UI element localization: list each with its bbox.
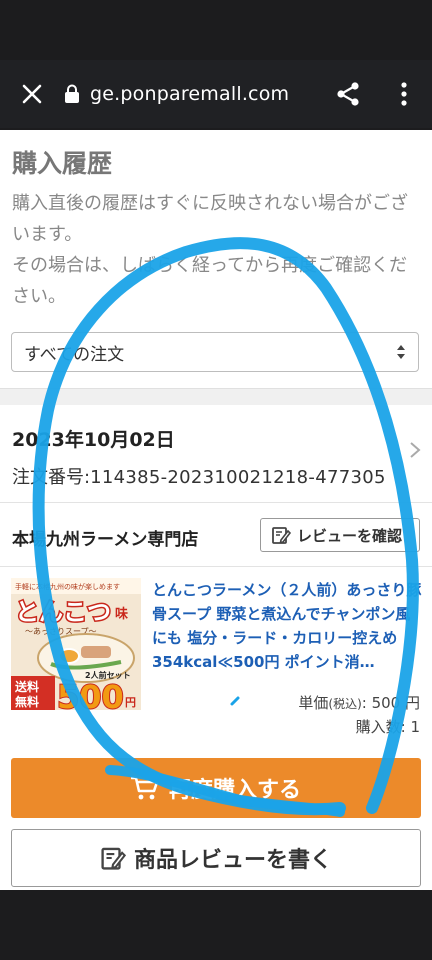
url-text: ge.ponparemall.com (90, 83, 290, 105)
notice-line-1: 購入直後の履歴はすぐに反映されない場合がございます。 (12, 193, 408, 245)
chevron-right-icon[interactable] (408, 442, 422, 458)
image-top-text: 手軽に本格九州の味が楽しめます (15, 582, 120, 591)
notice-line-2: その場合は、しばらく経ってから再度ご確認ください。 (12, 255, 408, 307)
order-number-label: 注文番号: (12, 467, 91, 488)
write-review-label: 商品レビューを書く (133, 848, 332, 873)
divider (0, 502, 432, 503)
order-number-value: 114385-202310021218-477305 (90, 467, 386, 488)
sort-arrows-icon (397, 345, 405, 359)
edit-note-icon (101, 847, 126, 870)
product-image-art: 手軽に本格九州の味が楽しめます とんこつ 味 〜あっさりスープ〜 2人前セット … (11, 578, 141, 710)
unit-price: 単価(税込): 500 円 (298, 692, 420, 713)
lock-icon (64, 84, 80, 104)
page-content: 購入履歴 購入直後の履歴はすぐに反映されない場合がございます。 その場合は、しば… (0, 130, 432, 890)
product-title-link[interactable]: とんこつラーメン（２人前）あっさり豚骨スープ 野菜と煮込んでチャンポン風にも 塩… (152, 578, 422, 674)
edit-note-icon (272, 527, 291, 544)
rebuy-label: 再度購入する (168, 778, 301, 803)
image-yen-text: 円 (125, 696, 136, 709)
rebuy-button[interactable]: 再度購入する (11, 758, 421, 818)
divider (0, 566, 432, 567)
status-bar (0, 0, 432, 60)
write-review-button[interactable]: 商品レビューを書く (11, 829, 421, 887)
order-filter-value: すべての注文 (24, 344, 125, 365)
notice-text: 購入直後の履歴はすぐに反映されない場合がございます。 その場合は、しばらく経って… (12, 188, 422, 312)
image-main-text: とんこつ (15, 598, 111, 626)
check-review-label: レビューを確認 (297, 526, 403, 545)
unit-price-label: 単価 (298, 694, 329, 712)
image-shipping-text-1: 送料 (14, 679, 39, 694)
image-shipping-text-2: 無料 (15, 694, 39, 709)
cart-icon (130, 776, 159, 800)
quantity: 購入数: 1 (355, 718, 420, 736)
more-vert-icon (401, 82, 407, 106)
product-image[interactable]: 手軽に本格九州の味が楽しめます とんこつ 味 〜あっさりスープ〜 2人前セット … (11, 578, 141, 710)
tax-label: (税込) (328, 697, 362, 711)
section-divider (0, 388, 432, 405)
page-title: 購入履歴 (12, 149, 113, 178)
share-icon (337, 82, 359, 106)
shop-name[interactable]: 本場九州ラーメン専門店 (12, 525, 198, 550)
order-date: 2023年10月02日 (12, 429, 175, 451)
close-icon (22, 84, 42, 104)
check-review-button[interactable]: レビューを確認 (260, 518, 420, 552)
more-menu-button[interactable] (376, 60, 432, 128)
order-number: 注文番号:114385-202310021218-477305 (12, 463, 386, 489)
image-price-text: 500 (57, 678, 124, 710)
close-tab-button[interactable] (0, 60, 64, 128)
order-filter-select[interactable]: すべての注文 (11, 332, 419, 372)
image-aji-text: 味 (115, 606, 128, 622)
url-bar[interactable]: ge.ponparemall.com (64, 83, 320, 105)
share-button[interactable] (320, 60, 376, 128)
navigation-bar (0, 890, 432, 960)
unit-price-value: : 500 円 (361, 694, 420, 712)
browser-toolbar: ge.ponparemall.com (0, 60, 432, 128)
